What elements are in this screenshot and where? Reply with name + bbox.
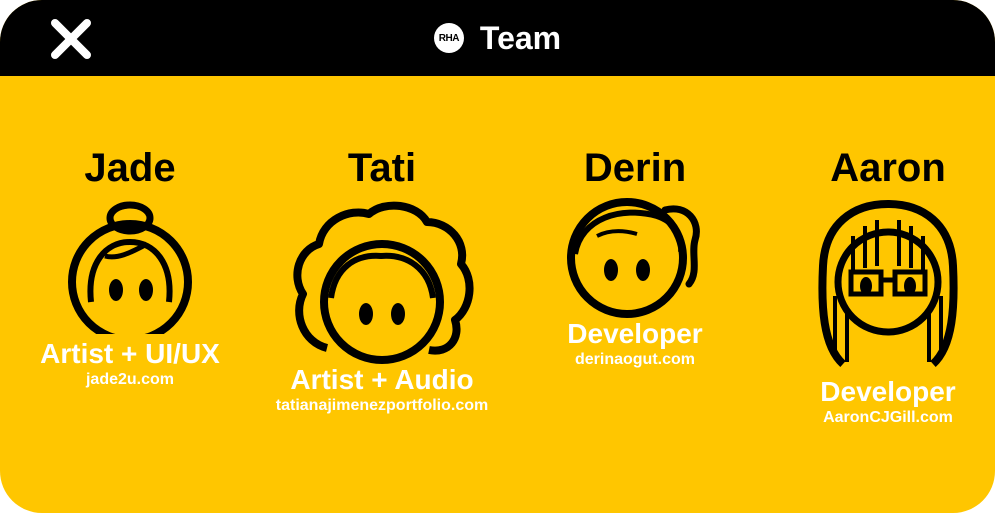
avatar-ponytail-icon xyxy=(567,198,700,318)
team-member-derin: Derin Developer derinaogut.com xyxy=(535,146,735,370)
member-name: Derin xyxy=(583,146,687,190)
member-website-link[interactable]: tatianajimenezportfolio.com xyxy=(262,396,502,416)
avatar-bun-hair-icon xyxy=(68,201,192,334)
member-name: Aaron xyxy=(830,146,946,190)
member-role: Artist + Audio xyxy=(290,364,474,395)
member-role: Developer xyxy=(820,376,956,407)
avatar-long-hair-glasses-icon xyxy=(818,200,958,367)
team-member-tati: Tati Artist + Audio tatianajimenezportfo… xyxy=(262,146,502,416)
member-role: Artist + UI/UX xyxy=(40,338,220,369)
team-panel: RHA Team Jade Artist + UI/UX jade2u.com … xyxy=(0,0,995,513)
member-website-link[interactable]: AaronCJGill.com xyxy=(788,408,988,428)
member-website-link[interactable]: jade2u.com xyxy=(30,370,230,390)
member-name: Tati xyxy=(347,146,417,190)
rha-logo: RHA xyxy=(433,23,464,53)
member-role: Developer xyxy=(567,318,703,349)
page-title: Team xyxy=(479,19,562,56)
member-website-link[interactable]: derinaogut.com xyxy=(535,350,735,370)
team-member-jade: Jade Artist + UI/UX jade2u.com xyxy=(30,146,230,390)
team-member-aaron: Aaron Developer AaronCJGill.com xyxy=(788,146,988,428)
title-group: RHA Team xyxy=(0,0,995,76)
member-name: Jade xyxy=(84,146,176,190)
avatar-curly-hair-icon xyxy=(293,201,474,364)
